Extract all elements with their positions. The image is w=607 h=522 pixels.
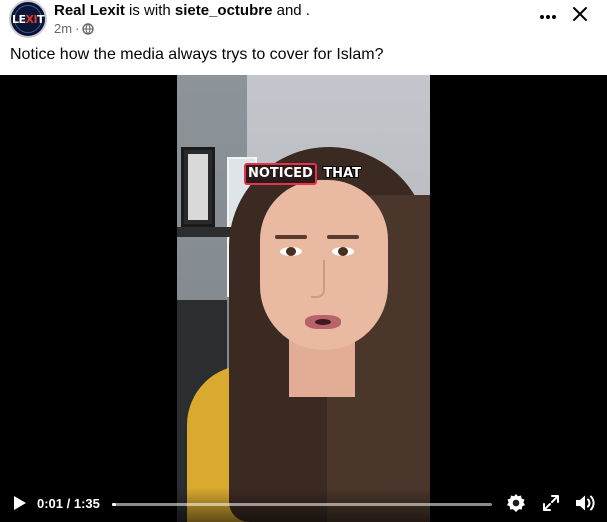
video-time: 0:01 / 1:35 [37, 496, 100, 511]
play-icon [13, 495, 27, 516]
scene-picture-frame [181, 147, 215, 227]
more-options-button[interactable] [536, 4, 560, 28]
settings-button[interactable] [505, 493, 527, 518]
globe-icon [82, 23, 95, 35]
tagged-user-link[interactable]: siete_octubre [175, 2, 273, 19]
close-button[interactable] [568, 4, 592, 28]
progress-fill [112, 503, 116, 506]
more-horizontal-icon [539, 7, 557, 25]
post-caption: Notice how the media always trys to cove… [10, 46, 384, 63]
with-text: is with [124, 2, 175, 19]
scene-shelf [177, 227, 235, 237]
volume-icon [574, 493, 596, 518]
post-header: LEXIT Real Lexit is with siete_octubre a… [0, 0, 607, 44]
and-text: and . [272, 2, 310, 19]
avatar-logo: LEXIT [11, 13, 45, 26]
person-nose [311, 260, 325, 298]
video-controls: 0:01 / 1:35 [0, 488, 607, 522]
person-eye-right [332, 247, 354, 256]
fullscreen-button[interactable] [540, 494, 562, 516]
gear-icon [506, 493, 526, 518]
meta-separator: · [75, 21, 80, 36]
subtitle-word-highlighted: NOTICED [244, 163, 317, 185]
person-brow-left [275, 235, 307, 239]
video-player[interactable]: NOTICED THAT 0:01 / 1:35 [0, 75, 607, 522]
post-author-line: Real Lexit is with siete_octubre and . [54, 1, 310, 21]
author-avatar[interactable]: LEXIT [9, 0, 47, 38]
progress-bar[interactable] [112, 503, 492, 506]
author-name-link[interactable]: Real Lexit [54, 2, 125, 19]
post-meta: 2m · [54, 21, 95, 37]
video-frame: NOTICED THAT [177, 75, 430, 522]
subtitle-word: THAT [323, 166, 361, 181]
expand-icon [542, 494, 560, 517]
play-button[interactable] [10, 494, 30, 516]
person-mouth [305, 315, 341, 329]
close-icon [572, 6, 588, 27]
person-eye-left [280, 247, 302, 256]
video-subtitle: NOTICED THAT [177, 163, 430, 185]
post-timestamp[interactable]: 2m [54, 21, 72, 37]
person-brow-right [327, 235, 359, 239]
volume-button[interactable] [573, 494, 597, 516]
